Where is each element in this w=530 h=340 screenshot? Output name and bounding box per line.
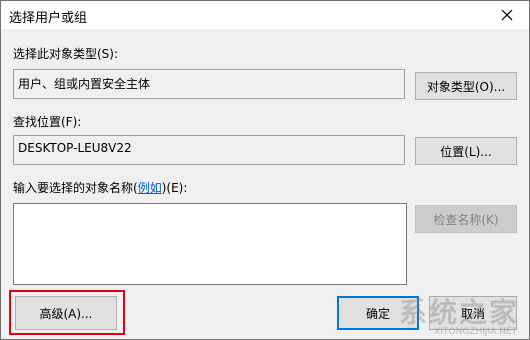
select-users-dialog: 选择用户或组 选择此对象类型(S): 用户、组或内置安全主体 对象类型(O)..… [0,0,530,340]
watermark-url: XITONGZHIJIA.NET [434,327,517,337]
object-names-label-suffix: )(E): [161,181,188,195]
object-names-input[interactable] [13,203,407,285]
examples-link[interactable]: 例如 [138,181,162,195]
locations-button[interactable]: 位置(L)... [415,137,517,165]
check-names-button[interactable]: 检查名称(K) [415,205,517,233]
location-field: DESKTOP-LEU8V22 [13,135,405,165]
object-types-button[interactable]: 对象类型(O)... [415,72,517,100]
watermark-logo: 系统之家 [398,296,519,329]
close-button[interactable] [485,1,529,29]
object-names-label-prefix: 输入要选择的对象名称( [13,181,138,195]
window-title: 选择用户或组 [9,11,88,26]
close-icon [501,9,513,21]
object-type-field: 用户、组或内置安全主体 [13,69,405,99]
location-label: 查找位置(F): [13,115,82,129]
object-names-label: 输入要选择的对象名称(例如)(E): [13,179,187,196]
title-bar[interactable]: 选择用户或组 [1,1,529,29]
object-type-label: 选择此对象类型(S): [13,47,119,61]
advanced-highlight-box [9,290,125,335]
